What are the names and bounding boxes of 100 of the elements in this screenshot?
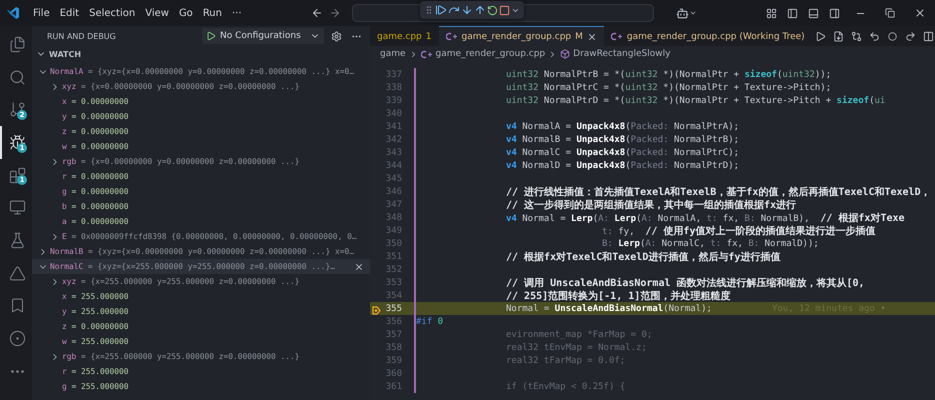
line-number: 357 (386, 330, 402, 340)
breadcrumb-item[interactable]: game (380, 49, 406, 59)
step-into-icon[interactable] (461, 4, 473, 16)
search-icon (8, 68, 26, 86)
code-line: Normal = UnscaleAndBiasNormal(Normal); (506, 304, 712, 314)
line-number: 337 (386, 70, 402, 80)
line-number: 343 (386, 148, 402, 158)
panel-bottom-icon[interactable] (808, 8, 820, 18)
line-number: 353 (386, 278, 402, 288)
line-number: 349 (386, 226, 402, 236)
code-line: // 调用 UnscaleAndBiasNormal 函数对法线进行解压缩和缩放，将其从[0, (506, 276, 865, 290)
code-line: v4 NormalC = Unpack4x8(Packed: NormalPtrC); (506, 148, 740, 158)
cpp-file-icon (446, 32, 458, 41)
breadcrumb-item[interactable]: DrawRectangleSlowly (573, 49, 670, 59)
grip-icon[interactable] (424, 5, 434, 15)
step-over-icon[interactable] (448, 4, 460, 16)
line-number: 346 (386, 186, 402, 196)
settings-icon[interactable] (330, 30, 342, 42)
code-line: v4 NormalB = Unpack4x8(Packed: NormalPtrB); (506, 134, 740, 144)
line-number: 342 (386, 134, 402, 144)
forward-arrow-icon[interactable] (328, 7, 341, 19)
line-number: 361 (386, 382, 402, 392)
code-line: v4 NormalD = Unpack4x8(Packed: NormalPtrD); (506, 160, 740, 170)
menu-item[interactable]: File (28, 8, 55, 18)
layout-icon[interactable] (766, 8, 778, 18)
play-icon (206, 31, 216, 41)
code-line: // 255]范围转换为[-1, 1]范围，并处理粗糙度 (506, 289, 730, 302)
breakpoint-pointer-icon[interactable] (372, 306, 381, 314)
restart-icon[interactable] (487, 4, 498, 16)
code-line: // 进行线性插值：首先插值TexelA和TexelB，基于fx的值，然后再插值TexelC和TexelD， (506, 186, 931, 198)
symbol-icon (560, 49, 570, 59)
line-number: 350 (386, 238, 402, 248)
more-icon (10, 370, 24, 373)
editor-tab[interactable]: game_render_group.cpp M (438, 26, 604, 46)
line-number: 338 (386, 82, 402, 92)
code-line: uint32 NormalPtrC = *(uint32 *)(NormalPtr + Texture->Pitch); (506, 82, 832, 92)
triangle-icon (8, 264, 26, 282)
line-number: 347 (386, 200, 402, 210)
menu-item[interactable]: Selection (84, 8, 140, 18)
code-line: // 根据fx对TexelC和TexelD进行插值，然后与fy进行插值 (506, 250, 780, 264)
section-title[interactable]: WATCH (49, 50, 82, 58)
code-line: evironment_map *FarMap = 0; (506, 330, 652, 340)
menu-item[interactable]: View (140, 8, 174, 18)
code-line: v4 Normal = Lerp(A: Lerp(A: NormalA, t: fx, B: NormalB), // 根据fx对Texe (506, 212, 905, 224)
split-editor-icon[interactable] (923, 30, 934, 42)
menu-item[interactable]: Go (174, 8, 198, 18)
continue-icon[interactable] (435, 4, 447, 16)
line-number: 344 (386, 160, 402, 170)
line-number: 359 (386, 356, 402, 366)
menu-item[interactable]: Edit (54, 8, 84, 18)
copilot-icon[interactable] (676, 6, 690, 20)
undo-icon[interactable] (869, 30, 880, 42)
code-line: uint32 NormalPtrD = *(uint32 *)(NormalPtr + Texture->Pitch + sizeof(ui (506, 96, 886, 106)
close-icon[interactable] (914, 7, 926, 19)
code-line: // 这一步得到的是两组插值结果，其中每一组的插值根据fx进行 (506, 198, 796, 212)
code-line: v4 NormalA = Unpack4x8(Packed: NormalPtrA); (506, 122, 740, 132)
close-icon[interactable] (354, 262, 364, 272)
restore-icon[interactable] (885, 8, 896, 18)
line-number: 358 (386, 342, 402, 352)
line-number: 352 (386, 264, 402, 274)
line-number: 360 (386, 368, 402, 378)
cpp-file-icon (610, 32, 623, 41)
code-line: if (tEnvMap < 0.25f) { (506, 382, 626, 392)
compare-icon[interactable] (851, 30, 862, 42)
more-menu[interactable]: ··· (227, 8, 247, 18)
line-number: 339 (386, 96, 402, 106)
code-line: B: Lerp(A: NormalC, t: fx, B: NormalD)); (602, 238, 819, 248)
step-out-icon[interactable] (474, 4, 486, 16)
panel-right-icon[interactable] (829, 8, 840, 18)
tab-label: game_render_group.cpp (462, 32, 572, 42)
line-number: 340 (386, 108, 402, 118)
line-number: 351 (386, 252, 402, 262)
tab-status: M (575, 32, 583, 42)
code-line: uint32 NormalPtrB = *(uint32 *)(NormalPtr + sizeof(uint32)); (506, 70, 832, 80)
line-number: 356 (386, 316, 402, 326)
stop-icon[interactable] (499, 4, 510, 16)
redo-icon[interactable] (905, 30, 916, 42)
code-line: t: fy, // 使用fy值对上一阶段的插值结果进行进一步插值 (602, 224, 876, 238)
flask-icon (8, 232, 26, 249)
line-number: 345 (386, 174, 402, 184)
line-number: 341 (386, 122, 402, 132)
panel-left-icon[interactable] (787, 8, 798, 18)
line-number: 355 (386, 304, 402, 314)
circle-dot-icon (8, 330, 26, 348)
menu-item[interactable]: Run (198, 8, 227, 18)
tab-status: 1 (426, 32, 432, 42)
close-icon[interactable] (586, 32, 597, 42)
back-arrow-icon[interactable] (310, 7, 323, 19)
configuration-dropdown[interactable]: No Configurations (202, 28, 324, 44)
caret-icon[interactable] (689, 9, 698, 17)
circle-icon[interactable] (888, 32, 898, 40)
monitor-icon (8, 199, 26, 216)
tab-label: game.cpp (377, 32, 422, 42)
app-logo-icon (6, 6, 20, 20)
line-number: 348 (386, 212, 402, 222)
file-down-icon[interactable] (833, 30, 844, 42)
play-icon[interactable] (815, 30, 826, 42)
line-number: 354 (386, 290, 402, 300)
breadcrumb-item[interactable]: game_render_group.cpp (436, 49, 546, 59)
code-line: real32 tEnvMap = Normal.z; (506, 342, 647, 352)
